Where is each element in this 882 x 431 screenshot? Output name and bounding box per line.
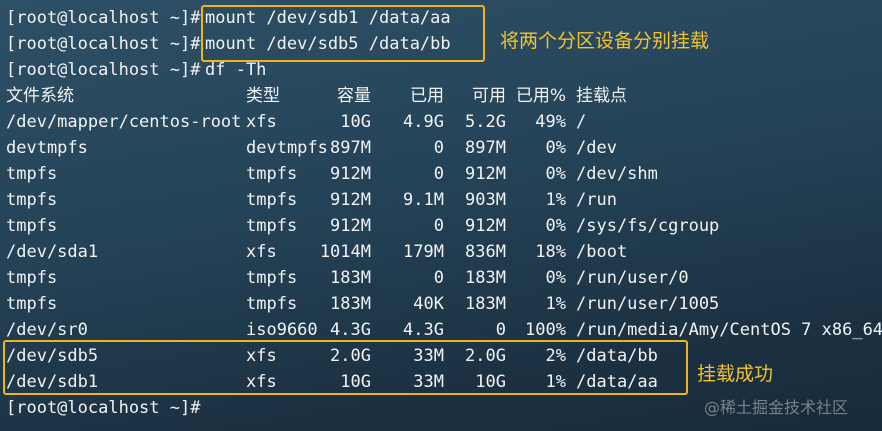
cell-filesystem: /dev/mapper/centos-root xyxy=(6,112,242,132)
cell-use-percent: 1% xyxy=(545,294,566,314)
cell-mounted-on: /dev xyxy=(576,138,617,158)
cell-avail: 183M xyxy=(465,268,506,288)
cell-filesystem: devtmpfs xyxy=(6,138,88,158)
cell-filesystem: tmpfs xyxy=(6,190,58,210)
cell-used: 9.1M xyxy=(403,190,444,210)
df-row: /dev/mapper/centos-root xfs 10G 4.9G 5.2G 49%… xyxy=(0,109,882,135)
mount-annotation: 将两个分区设备分别挂载 xyxy=(500,30,710,52)
cell-avail: 912M xyxy=(465,216,506,236)
df-row: tmpfs tmpfs 912M 0 912M 0% /sys/fs/cgroup xyxy=(0,213,882,239)
cell-filesystem: tmpfs xyxy=(6,164,58,184)
cell-used: 0 xyxy=(433,138,444,158)
cell-used: 4.9G xyxy=(403,112,444,132)
success-annotation: 挂载成功 xyxy=(697,363,774,385)
cell-size: 10G xyxy=(340,112,371,132)
header-used: 已用 xyxy=(410,86,444,106)
cell-avail: 903M xyxy=(465,190,506,210)
shell-prompt: [root@localhost ~]# xyxy=(6,8,201,28)
cell-mounted-on: /dev/shm xyxy=(576,164,658,184)
df-row: tmpfs tmpfs 183M 40K 183M 1% /run/user/1005 xyxy=(0,291,882,317)
cell-avail: 5.2G xyxy=(465,112,506,132)
cell-use-percent: 18% xyxy=(535,242,566,262)
cell-type: xfs xyxy=(246,112,277,132)
shell-prompt: [root@localhost ~]# xyxy=(6,34,201,54)
cell-filesystem: tmpfs xyxy=(6,294,58,314)
df-header-row: 文件系统 类型 容量 已用 可用 已用% 挂载点 xyxy=(0,83,882,109)
header-type: 类型 xyxy=(246,86,280,106)
cell-size: 912M xyxy=(330,190,371,210)
cell-type: xfs xyxy=(246,242,277,262)
cell-mounted-on: /run/user/0 xyxy=(576,268,689,288)
cell-use-percent: 0% xyxy=(545,216,566,236)
cell-type: tmpfs xyxy=(246,268,298,288)
cell-type: tmpfs xyxy=(246,164,298,184)
cell-size: 183M xyxy=(330,268,371,288)
header-use-percent: 已用% xyxy=(515,86,566,106)
watermark: @稀土掘金技术社区 xyxy=(704,398,849,417)
cell-mounted-on: /run xyxy=(576,190,617,210)
cell-use-percent: 0% xyxy=(545,138,566,158)
cell-avail: 183M xyxy=(465,294,506,314)
cell-used: 0 xyxy=(433,164,444,184)
cell-type: tmpfs xyxy=(246,216,298,236)
cell-avail: 836M xyxy=(465,242,506,262)
highlight-box-mount-commands xyxy=(201,5,485,62)
cell-mounted-on: / xyxy=(576,112,587,132)
df-row: tmpfs tmpfs 912M 9.1M 903M 1% /run xyxy=(0,187,882,213)
df-row: devtmpfs devtmpfs 897M 0 897M 0%/dev xyxy=(0,135,882,161)
header-avail: 可用 xyxy=(472,86,506,106)
cell-use-percent: 1% xyxy=(545,190,566,210)
cell-size: 897M xyxy=(330,138,371,158)
cell-type: tmpfs xyxy=(246,190,298,210)
cell-used: 0 xyxy=(433,268,444,288)
df-row: /dev/sda1 xfs 1014M 179M 836M 18% /boot xyxy=(0,239,882,265)
header-filesystem: 文件系统 xyxy=(6,86,74,106)
header-mounted-on: 挂载点 xyxy=(576,86,627,106)
shell-prompt: [root@localhost ~]# xyxy=(6,60,201,80)
cell-filesystem: tmpfs xyxy=(6,216,58,236)
df-row: tmpfs tmpfs 912M 0 912M 0% /dev/shm xyxy=(0,161,882,187)
cell-use-percent: 49% xyxy=(535,112,566,132)
cell-use-percent: 0% xyxy=(545,268,566,288)
cell-size: 912M xyxy=(330,164,371,184)
highlight-box-mounted-rows xyxy=(3,340,688,395)
cell-used: 40K xyxy=(413,294,444,314)
cell-size: 183M xyxy=(330,294,371,314)
cell-filesystem: /dev/sda1 xyxy=(6,242,99,262)
shell-prompt: [root@localhost ~]# xyxy=(6,398,201,418)
cell-avail: 897M xyxy=(465,138,506,158)
df-row: tmpfs tmpfs 183M 0 183M 0% /run/user/0 xyxy=(0,265,882,291)
cell-mounted-on: /run/user/1005 xyxy=(576,294,720,314)
cell-size: 912M xyxy=(330,216,371,236)
cell-mounted-on: /sys/fs/cgroup xyxy=(576,216,720,236)
cell-used: 179M xyxy=(403,242,444,262)
cell-mounted-on: /boot xyxy=(576,242,628,262)
cell-size: 1014M xyxy=(319,242,371,262)
header-size: 容量 xyxy=(337,86,371,106)
cell-type: devtmpfs xyxy=(246,138,328,158)
cell-filesystem: tmpfs xyxy=(6,268,58,288)
cell-type: tmpfs xyxy=(246,294,298,314)
cell-avail: 912M xyxy=(465,164,506,184)
cell-used: 0 xyxy=(433,216,444,236)
cell-use-percent: 0% xyxy=(545,164,566,184)
